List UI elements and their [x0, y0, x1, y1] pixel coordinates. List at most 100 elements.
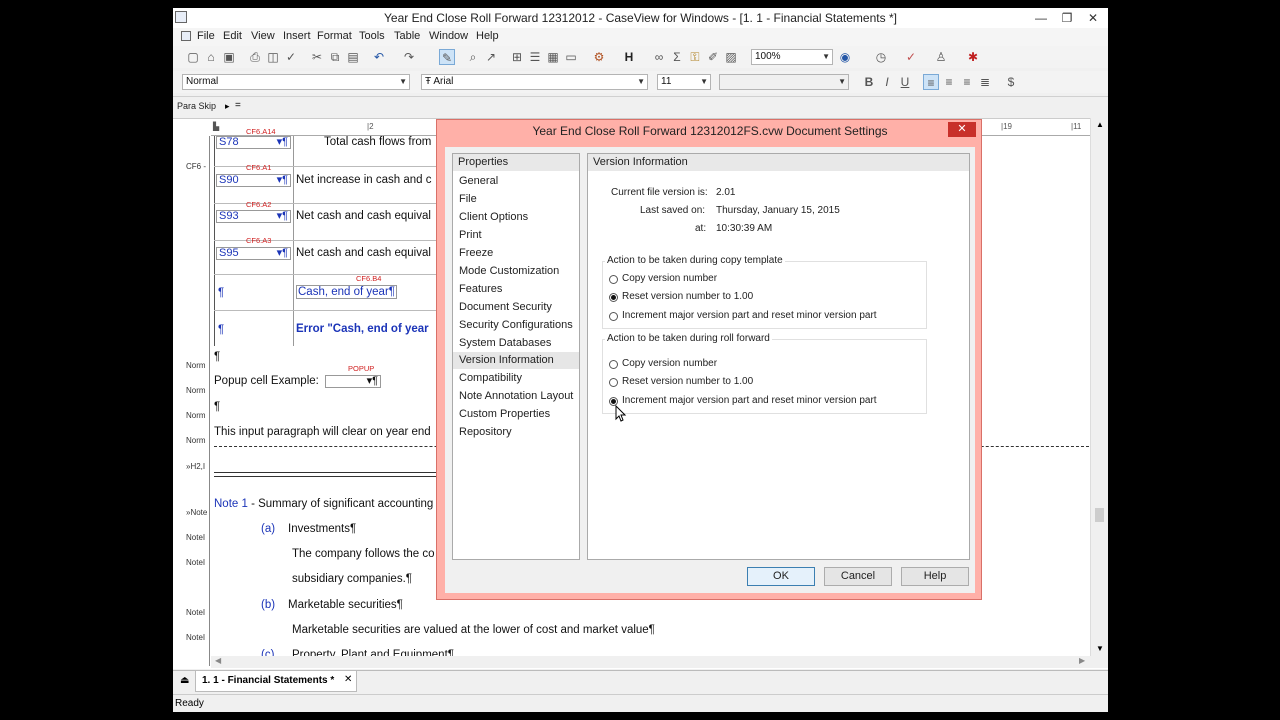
equals-icon[interactable]: =	[235, 100, 241, 111]
roll-option-radio-0[interactable]	[609, 360, 618, 369]
print-icon[interactable]: ⎙	[247, 49, 263, 65]
reference-icon[interactable]: ✱	[965, 49, 981, 65]
menu-tools[interactable]: Tools	[359, 30, 385, 42]
roll-option-label[interactable]: Increment major version part and reset m…	[622, 395, 877, 406]
property-note-annotation-layout[interactable]: Note Annotation Layout	[453, 388, 579, 405]
menu-help[interactable]: Help	[476, 30, 499, 42]
tab-financial-statements[interactable]: 1. 1 - Financial Statements * ✕	[195, 671, 357, 692]
ok-button[interactable]: OK	[747, 567, 815, 586]
font-size-select[interactable]: 11 ▼	[657, 74, 711, 90]
copy-option-radio-1[interactable]	[609, 293, 618, 302]
bold-button[interactable]: B	[861, 74, 877, 90]
property-security-configurations[interactable]: Security Configurations	[453, 317, 579, 334]
align-center-icon[interactable]: ≡	[941, 74, 957, 90]
scroll-up-icon[interactable]: ▲	[1096, 120, 1104, 129]
input-paragraph[interactable]: This input paragraph will clear on year …	[214, 426, 431, 438]
roll-option-radio-1[interactable]	[609, 378, 618, 387]
align-left-icon[interactable]: ≡	[923, 74, 939, 90]
horizontal-scrollbar[interactable]: ◀ ▶	[211, 656, 1091, 668]
save-icon[interactable]: ▣	[221, 49, 237, 65]
menu-insert[interactable]: Insert	[283, 30, 311, 42]
help-button[interactable]: Help	[901, 567, 969, 586]
help-icon[interactable]: ◉	[837, 49, 853, 65]
scroll-down-icon[interactable]: ▼	[1096, 644, 1104, 653]
tab-close-icon[interactable]: ✕	[344, 674, 352, 685]
clock-icon[interactable]: ◷	[873, 49, 889, 65]
edit-icon[interactable]: ✐	[705, 49, 721, 65]
undo-icon[interactable]: ↶	[371, 49, 387, 65]
roll-option-label[interactable]: Reset version number to 1.00	[622, 376, 753, 387]
property-client-options[interactable]: Client Options	[453, 209, 579, 226]
menu-view[interactable]: View	[251, 30, 275, 42]
frame-icon[interactable]: ▭	[563, 49, 579, 65]
property-version-information[interactable]: Version Information	[453, 352, 579, 369]
new-icon[interactable]: ▢	[185, 49, 201, 65]
font-select[interactable]: Ŧ Arial ▼	[421, 74, 648, 90]
spell-check-icon[interactable]: ✓	[283, 49, 299, 65]
open-icon[interactable]: ⌂	[203, 49, 219, 65]
property-features[interactable]: Features	[453, 281, 579, 298]
property-compatibility[interactable]: Compatibility	[453, 370, 579, 387]
property-repository[interactable]: Repository	[453, 424, 579, 441]
copy-option-label[interactable]: Reset version number to 1.00	[622, 291, 753, 302]
key-icon[interactable]: ⚿	[687, 49, 703, 65]
property-system-databases[interactable]: System Databases	[453, 335, 579, 352]
property-custom-properties[interactable]: Custom Properties	[453, 406, 579, 423]
redo-icon[interactable]: ↷	[401, 49, 417, 65]
copy-option-radio-0[interactable]	[609, 275, 618, 284]
cancel-button[interactable]: Cancel	[824, 567, 892, 586]
popup-cell[interactable]: ▾¶	[325, 375, 381, 388]
document-icon[interactable]	[181, 31, 191, 41]
vertical-scrollbar[interactable]: ▲ ▼	[1090, 118, 1108, 668]
para-skip-label[interactable]: Para Skip	[177, 101, 216, 111]
heading-icon[interactable]: H	[621, 49, 637, 65]
italic-button[interactable]: I	[879, 74, 895, 90]
justify-icon[interactable]: ≣	[977, 74, 993, 90]
grid-icon[interactable]: ▦	[545, 49, 561, 65]
property-document-security[interactable]: Document Security	[453, 299, 579, 316]
minimize-icon[interactable]: —	[1028, 8, 1054, 28]
cell-field[interactable]: S93 ▾¶	[216, 210, 291, 223]
menu-edit[interactable]: Edit	[223, 30, 242, 42]
align-right-icon[interactable]: ≡	[959, 74, 975, 90]
para-skip-arrow-icon[interactable]: ▸	[225, 101, 230, 112]
paste-icon[interactable]: ▤	[345, 49, 361, 65]
menu-table[interactable]: Table	[394, 30, 420, 42]
style-select[interactable]: Normal ▼	[182, 74, 410, 90]
cell-field[interactable]: S95 ▾¶	[216, 247, 291, 260]
cell-field[interactable]: S78 ▾¶	[216, 136, 291, 149]
menu-file[interactable]: File	[197, 30, 215, 42]
link-icon[interactable]: ∞	[651, 49, 667, 65]
chart-icon[interactable]: ♙	[933, 49, 949, 65]
insert-cell-icon[interactable]: ↗	[483, 49, 499, 65]
copy-option-radio-2[interactable]	[609, 312, 618, 321]
dialog-close-button[interactable]: ✕	[948, 122, 976, 137]
cut-icon[interactable]: ✂	[309, 49, 325, 65]
find-icon[interactable]: ⌕	[465, 49, 481, 65]
scroll-left-icon[interactable]: ◀	[215, 656, 221, 665]
color-select[interactable]: ▼	[719, 74, 849, 90]
list-icon[interactable]: ☰	[527, 49, 543, 65]
print-preview-icon[interactable]: ◫	[265, 49, 281, 65]
zoom-select[interactable]: 100% ▼	[751, 49, 833, 65]
sum-icon[interactable]: Σ	[669, 49, 685, 65]
cash-end-cell[interactable]: Cash, end of year¶	[296, 285, 397, 299]
eject-icon[interactable]: ⏏	[180, 675, 189, 686]
property-freeze[interactable]: Freeze	[453, 245, 579, 262]
copy-icon[interactable]: ⧉	[327, 49, 343, 65]
scroll-right-icon[interactable]: ▶	[1079, 656, 1085, 665]
cell-field[interactable]: S90 ▾¶	[216, 174, 291, 187]
tools-icon[interactable]: ⚙	[591, 49, 607, 65]
property-mode-customization[interactable]: Mode Customization	[453, 263, 579, 280]
close-icon[interactable]: ✕	[1080, 8, 1106, 28]
property-print[interactable]: Print	[453, 227, 579, 244]
restore-icon[interactable]: ❐	[1054, 8, 1080, 28]
image-icon[interactable]: ▨	[723, 49, 739, 65]
tickmark-icon[interactable]: ✓	[903, 49, 919, 65]
underline-button[interactable]: U	[897, 74, 913, 90]
copy-option-label[interactable]: Increment major version part and reset m…	[622, 310, 877, 321]
pen-icon[interactable]: ✎	[439, 49, 455, 65]
property-file[interactable]: File	[453, 191, 579, 208]
roll-option-label[interactable]: Copy version number	[622, 358, 717, 369]
property-general[interactable]: General	[453, 173, 579, 190]
